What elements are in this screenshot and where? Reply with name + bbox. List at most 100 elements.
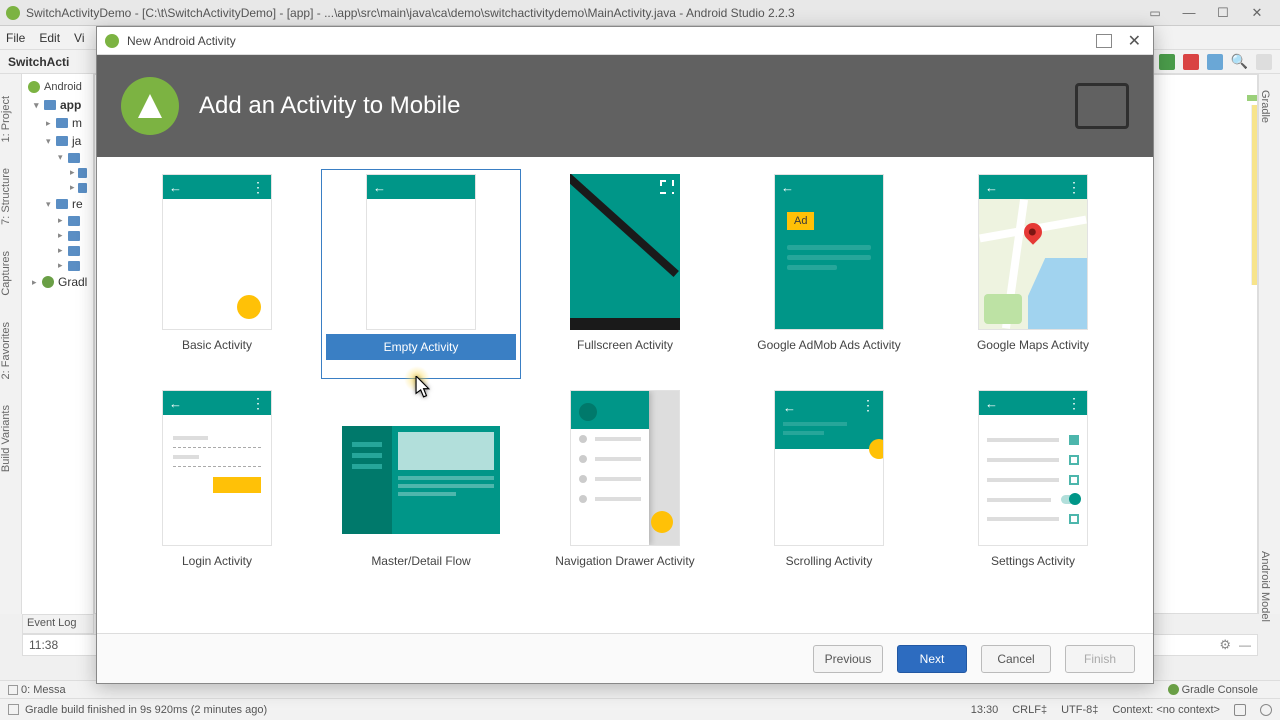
tree-item[interactable]: ▸	[24, 165, 91, 180]
device-outline-icon	[1075, 83, 1129, 129]
search-icon[interactable]: 🔍	[1231, 53, 1248, 70]
menu-file[interactable]: File	[6, 31, 25, 45]
inspection-icon[interactable]	[1234, 704, 1246, 716]
checkbox-icon	[1069, 514, 1079, 524]
android-icon	[105, 34, 119, 48]
project-view-selector[interactable]: Android	[24, 78, 91, 96]
status-context[interactable]: Context: <no context>	[1112, 704, 1220, 716]
left-tool-strip: 1: Project 7: Structure Captures 2: Favo…	[0, 74, 22, 614]
checkbox-icon	[1069, 475, 1079, 485]
dialog-title: New Android Activity	[127, 34, 1096, 48]
toolbar-run-icon[interactable]	[1159, 54, 1175, 70]
back-arrow-icon: ←	[169, 180, 182, 195]
previous-button[interactable]: Previous	[813, 645, 883, 673]
status-encoding[interactable]: UTF-8‡	[1061, 704, 1098, 716]
template-empty-activity[interactable]: ← Empty Activity	[321, 169, 521, 379]
tool-captures[interactable]: Captures	[0, 247, 12, 300]
presentation-icon[interactable]	[1096, 34, 1112, 48]
event-log-tab[interactable]: Event Log	[22, 614, 94, 634]
template-basic-activity[interactable]: ←⋮ Basic Activity	[117, 169, 317, 379]
minimize-button[interactable]: —	[1172, 3, 1206, 23]
maximize-button[interactable]: ☐	[1206, 3, 1240, 23]
tree-item-app[interactable]: ▾app	[24, 96, 91, 114]
user-avatar[interactable]	[1256, 54, 1272, 70]
tree-item[interactable]: ▸	[24, 180, 91, 195]
overflow-menu-icon: ⋮	[861, 397, 875, 414]
template-settings-activity[interactable]: ←⋮ Settings Activity	[933, 385, 1133, 595]
overflow-menu-icon: ⋮	[1067, 400, 1081, 406]
presentation-mode-icon[interactable]: ▭	[1146, 4, 1164, 22]
tree-item[interactable]: ▸	[24, 213, 91, 228]
project-tool-window: Android ▾app ▸m ▾ja ▾ ▸ ▸ ▾re ▸ ▸ ▸ ▸ ▸G…	[22, 74, 94, 614]
fab-icon	[237, 295, 261, 319]
template-login-activity[interactable]: ←⋮ Login Activity	[117, 385, 317, 595]
back-arrow-icon: ←	[169, 396, 182, 411]
dialog-header: Add an Activity to Mobile	[97, 55, 1153, 157]
scroll-fade	[97, 615, 1153, 633]
back-arrow-icon: ←	[783, 400, 796, 415]
cancel-button[interactable]: Cancel	[981, 645, 1051, 673]
next-button[interactable]: Next	[897, 645, 967, 673]
template-admob-activity[interactable]: ← Ad Google AdMob Ads Activity	[729, 169, 929, 379]
tree-item[interactable]: ▾re	[24, 195, 91, 213]
dialog-header-title: Add an Activity to Mobile	[199, 92, 460, 120]
dialog-close-button[interactable]: ✕	[1124, 31, 1145, 51]
menu-edit[interactable]: Edit	[39, 31, 60, 45]
tree-item-gradle[interactable]: ▸Gradl	[24, 273, 91, 291]
gradle-icon	[1168, 684, 1179, 695]
tree-item[interactable]: ▸	[24, 258, 91, 273]
status-caret[interactable]: 13:30	[971, 704, 999, 716]
overflow-menu-icon: ⋮	[251, 400, 265, 406]
template-scrolling-activity[interactable]: ←⋮ Scrolling Activity	[729, 385, 929, 595]
tree-item[interactable]: ▸	[24, 243, 91, 258]
back-arrow-icon: ←	[985, 396, 998, 411]
template-master-detail[interactable]: Master/Detail Flow	[321, 385, 521, 595]
new-activity-dialog: New Android Activity ✕ Add an Activity t…	[96, 26, 1154, 684]
status-line-sep[interactable]: CRLF‡	[1012, 704, 1047, 716]
status-indicator-icon[interactable]	[8, 704, 19, 715]
gradle-console-tab[interactable]: Gradle Console	[1168, 684, 1258, 696]
tool-build-variants[interactable]: Build Variants	[0, 401, 12, 476]
toolbar-stop-icon[interactable]	[1183, 54, 1199, 70]
tree-item[interactable]: ▸m	[24, 114, 91, 132]
overflow-menu-icon: ⋮	[1067, 184, 1081, 190]
status-message: Gradle build finished in 9s 920ms (2 min…	[25, 704, 267, 716]
expand-icon	[660, 180, 674, 194]
tool-android-model[interactable]: Android Model	[1259, 547, 1271, 626]
ad-badge: Ad	[787, 212, 814, 230]
fab-icon	[869, 439, 884, 459]
tree-item[interactable]: ▸	[24, 228, 91, 243]
template-nav-drawer[interactable]: Navigation Drawer Activity	[525, 385, 725, 595]
breadcrumb-root[interactable]: SwitchActi	[8, 55, 69, 69]
checkbox-icon	[1069, 455, 1079, 465]
overflow-menu-icon: ⋮	[251, 184, 265, 190]
close-button[interactable]: ✕	[1240, 3, 1274, 23]
status-bar: Gradle build finished in 9s 920ms (2 min…	[0, 698, 1280, 720]
back-arrow-icon: ←	[373, 180, 386, 195]
dialog-footer: Previous Next Cancel Finish	[97, 633, 1153, 683]
tool-structure[interactable]: 7: Structure	[0, 164, 12, 229]
tool-favorites[interactable]: 2: Favorites	[0, 318, 12, 383]
toolbar-avd-icon[interactable]	[1207, 54, 1223, 70]
editor-scrollbar-markers	[1251, 105, 1257, 285]
tool-gradle[interactable]: Gradle	[1259, 86, 1271, 127]
back-arrow-icon: ←	[781, 180, 794, 195]
fab-icon	[651, 511, 673, 533]
editor-marker	[1247, 95, 1257, 101]
template-fullscreen-activity[interactable]: ← Fullscreen Activity	[525, 169, 725, 379]
finish-button[interactable]: Finish	[1065, 645, 1135, 673]
template-maps-activity[interactable]: ←⋮ Google Maps Activity	[933, 169, 1133, 379]
tool-project[interactable]: 1: Project	[0, 92, 12, 146]
android-icon	[28, 81, 40, 93]
dialog-titlebar: New Android Activity ✕	[97, 27, 1153, 55]
messages-tab[interactable]: 0: Messa	[8, 684, 66, 696]
memory-indicator-icon[interactable]	[1260, 704, 1272, 716]
menu-view[interactable]: Vi	[74, 31, 84, 45]
checkbox-icon	[1069, 435, 1079, 445]
tree-item[interactable]: ▾ja	[24, 132, 91, 150]
collapse-icon[interactable]: —	[1239, 638, 1251, 652]
tree-item[interactable]: ▾	[24, 150, 91, 165]
back-arrow-icon: ←	[985, 180, 998, 195]
main-window-title: SwitchActivityDemo - [C:\t\SwitchActivit…	[26, 6, 1146, 20]
settings-icon[interactable]: ⚙	[1219, 637, 1231, 653]
